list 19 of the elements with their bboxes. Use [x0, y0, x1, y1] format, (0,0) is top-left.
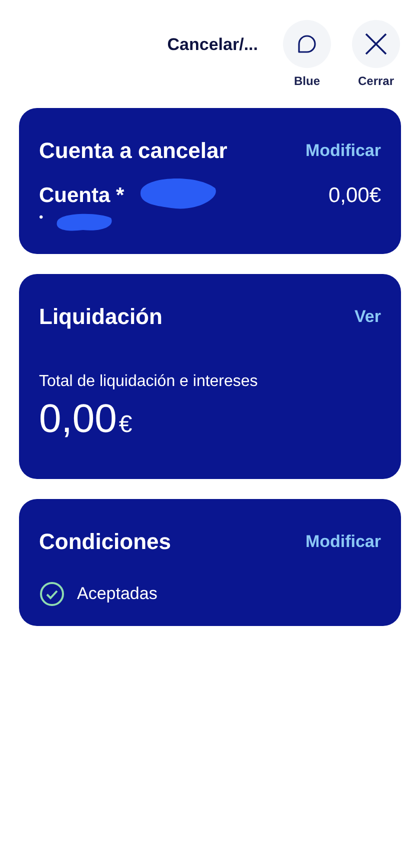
account-detail: • — [39, 210, 44, 224]
chat-icon — [295, 32, 319, 56]
button-label: Cerrar — [358, 74, 394, 88]
total-label: Total de liquidación e intereses — [39, 373, 259, 391]
card-title: Condiciones — [39, 529, 172, 555]
status-text: Aceptadas — [77, 584, 158, 604]
account-name: Cuenta * — [39, 184, 124, 208]
card-title: Liquidación — [39, 304, 162, 330]
button-label: Blue — [294, 74, 320, 88]
view-link[interactable]: Ver — [354, 307, 381, 327]
close-icon — [364, 32, 388, 56]
account-balance: 0,00€ — [328, 184, 381, 208]
screen-title: Cancelar/... — [167, 35, 258, 55]
total-amount: 0,00€ — [39, 397, 134, 442]
card-title: Cuenta a cancelar — [39, 138, 228, 164]
close-button[interactable] — [352, 20, 400, 68]
chat-button[interactable] — [283, 20, 331, 68]
modify-link[interactable]: Modificar — [305, 141, 381, 161]
modify-link[interactable]: Modificar — [305, 532, 381, 552]
